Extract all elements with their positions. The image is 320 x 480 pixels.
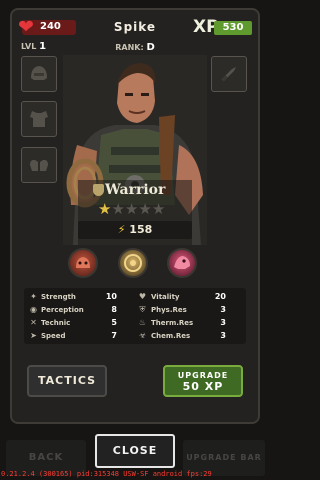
stat-label-vitality: Vitality [151, 293, 180, 301]
therm-res-icon: ♨ [138, 318, 147, 327]
gloves-icon [30, 159, 48, 171]
equipment-slot-weapon[interactable] [211, 56, 247, 92]
upgrade-button-label: UPGRADE [177, 371, 229, 380]
star-rating: ★★★★★ [98, 199, 165, 218]
stat-label-speed: Speed [41, 332, 66, 340]
chem-res-icon: ☣ [138, 331, 147, 340]
ability-slot-1[interactable] [68, 248, 98, 278]
stat-label-chem-res: Chem.Res [151, 332, 191, 340]
star-icon: ★ [138, 200, 152, 218]
stat-label-phys-res: Phys.Res [151, 306, 187, 314]
hero-class: Warrior [105, 182, 166, 198]
stat-value-strength: 10 [105, 292, 117, 301]
helmet-icon [31, 66, 47, 80]
stat-value-vitality: 20 [214, 292, 226, 301]
stat-label-perception: Perception [41, 306, 84, 314]
class-shield-icon [93, 184, 104, 196]
xp-value: 530 [222, 22, 244, 33]
armor-icon [30, 111, 48, 127]
close-button[interactable]: CLOSE [95, 434, 175, 468]
speed-icon: ➤ [30, 331, 37, 340]
ability-slot-3[interactable] [167, 248, 197, 278]
hp-value: 240 [40, 21, 61, 32]
perception-icon: ◉ [30, 305, 37, 314]
equipment-slot-body[interactable] [21, 101, 57, 137]
rank-label: RANK: D [105, 42, 165, 53]
stat-label-technic: Technic [41, 319, 71, 327]
stat-value-technic: 5 [111, 318, 117, 327]
stat-label-therm-res: Therm.Res [151, 319, 194, 327]
heart-icon: ❤ [18, 16, 34, 38]
golden-emblem-ability-icon [124, 254, 142, 272]
power-display: ⚡ 158 [78, 223, 192, 236]
technic-icon: ✕ [30, 318, 37, 327]
rank-label-text: RANK: [115, 43, 144, 52]
stat-value-perception: 8 [111, 305, 117, 314]
stat-label-strength: Strength [41, 293, 76, 301]
stat-value-therm-res: 3 [220, 318, 226, 327]
stat-value-speed: 7 [111, 331, 117, 340]
weapon-icon [221, 67, 236, 82]
rank-value: D [146, 42, 155, 53]
hero-name: Spike [113, 20, 157, 34]
equipment-slot-hands[interactable] [21, 147, 57, 183]
level-value: 1 [39, 41, 47, 52]
level-label-text: LVL [21, 42, 37, 51]
strength-icon: ✦ [30, 292, 37, 301]
star-icon: ★ [151, 200, 166, 218]
stat-value-phys-res: 3 [220, 305, 226, 314]
level-label: LVL 1 [21, 41, 46, 52]
vitality-icon: ♥ [138, 292, 147, 301]
star-icon: ★ [111, 200, 125, 218]
power-value: 158 [129, 223, 153, 236]
upgrade-cost: 50 XP [182, 380, 224, 393]
red-beast-ability-icon [76, 257, 90, 268]
pink-creature-ability-icon [174, 256, 190, 269]
lightning-icon: ⚡ [117, 223, 126, 236]
debug-overlay-text: 0.21.2.4 (300165) pid:315348 USW-SF andr… [1, 470, 212, 478]
star-icon: ★ [98, 200, 112, 218]
equipment-slot-head[interactable] [21, 56, 57, 92]
stat-value-chem-res: 3 [220, 331, 226, 340]
star-icon: ★ [124, 200, 139, 218]
ability-slot-2[interactable] [118, 248, 148, 278]
upgrade-button[interactable]: UPGRADE 50 XP [163, 365, 243, 397]
phys-res-icon: ⛨ [139, 305, 146, 314]
tactics-button[interactable]: TACTICS [27, 365, 107, 397]
